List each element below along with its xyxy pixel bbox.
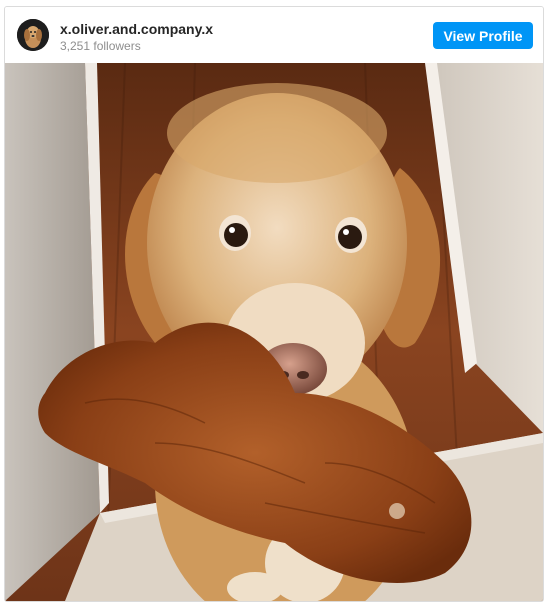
- profile-avatar[interactable]: [17, 19, 49, 51]
- post-photo[interactable]: [5, 63, 543, 601]
- follower-count: 3,251 followers: [60, 39, 141, 53]
- profile-username[interactable]: x.oliver.and.company.x: [60, 21, 213, 37]
- view-profile-button[interactable]: View Profile: [433, 22, 533, 49]
- instagram-embed: x.oliver.and.company.x 3,251 followers V…: [4, 6, 544, 602]
- dog-avatar-icon: [17, 19, 49, 51]
- post-header: x.oliver.and.company.x 3,251 followers V…: [5, 7, 543, 63]
- dog-photo: [5, 63, 543, 601]
